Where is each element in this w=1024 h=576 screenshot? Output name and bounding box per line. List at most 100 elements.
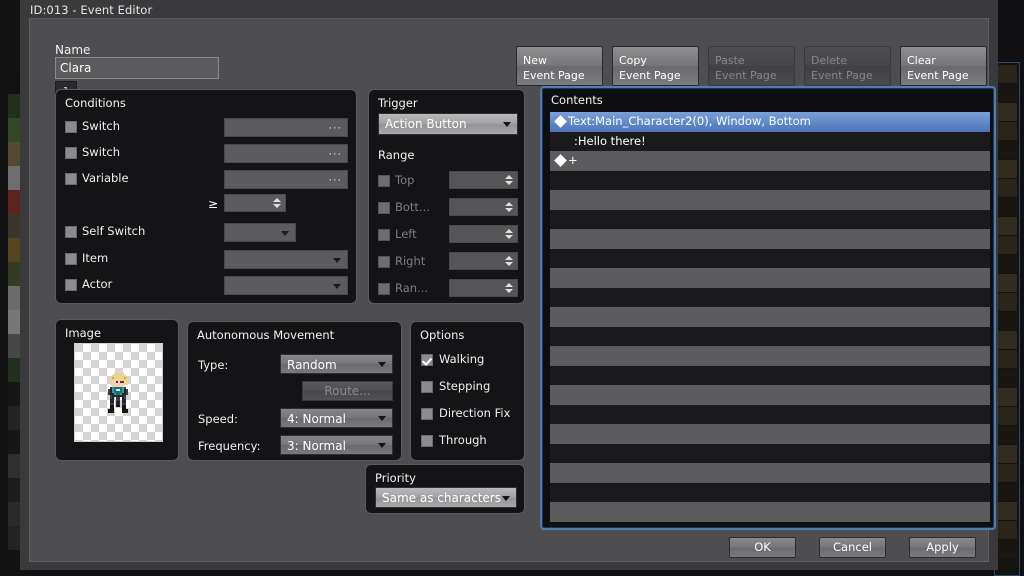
- condition-checkbox-item[interactable]: [65, 253, 77, 265]
- condition-field-5[interactable]: [224, 276, 348, 295]
- event-command-row-empty[interactable]: [550, 288, 990, 308]
- ellipsis-icon[interactable]: ···: [329, 121, 343, 134]
- map-strip: [997, 312, 1017, 330]
- event-command-row-empty[interactable]: [550, 385, 990, 405]
- option-checkbox-walking[interactable]: [421, 354, 433, 366]
- contents-panel: Contents Text:Main_Character2(0), Window…: [540, 86, 996, 530]
- event-command-row-empty[interactable]: [550, 249, 990, 269]
- event-command-row-empty[interactable]: [550, 463, 990, 483]
- spinner-arrows[interactable]: [505, 175, 513, 185]
- event-command-row-empty[interactable]: [550, 229, 990, 249]
- range-field-1[interactable]: [449, 198, 518, 216]
- trigger-value: Action Button: [385, 117, 467, 131]
- condition-checkbox-variable[interactable]: [65, 173, 77, 185]
- map-strip: [997, 179, 1017, 197]
- condition-checkbox-switch[interactable]: [65, 147, 77, 159]
- route-button[interactable]: Route...: [302, 381, 393, 401]
- event-command-row-empty[interactable]: [550, 190, 990, 210]
- event-command-row-empty[interactable]: [550, 483, 990, 503]
- diamond-icon: [554, 154, 567, 167]
- event-command-row-empty[interactable]: [550, 502, 990, 522]
- option-checkbox-direction-fix[interactable]: [421, 408, 433, 420]
- priority-select[interactable]: Same as characters: [375, 487, 517, 508]
- event-command-row[interactable]: Text:Main_Character2(0), Window, Bottom: [550, 112, 990, 132]
- event-editor-dialog: ID:013 - Event Editor Name 1 NewEvent Pa…: [20, 0, 998, 570]
- condition-field-0[interactable]: ···: [224, 118, 348, 137]
- event-command-text: Text:Main_Character2(0), Window, Bottom: [568, 114, 811, 128]
- page-button-line1: New: [523, 53, 602, 68]
- page-button-new[interactable]: NewEvent Page: [516, 46, 603, 86]
- spinner-arrows[interactable]: [505, 283, 513, 293]
- dialog-title: ID:013 - Event Editor: [30, 3, 152, 17]
- event-command-row-empty[interactable]: [550, 307, 990, 327]
- event-command-row[interactable]: :Hello there!: [550, 132, 990, 152]
- condition-checkbox-actor[interactable]: [65, 279, 77, 291]
- spinner-arrows[interactable]: [273, 198, 281, 208]
- event-command-row-empty[interactable]: [550, 444, 990, 464]
- movement-type-select[interactable]: Random: [280, 354, 393, 374]
- spinner-arrows[interactable]: [505, 256, 513, 266]
- image-group: Image: [55, 319, 179, 461]
- event-command-row-empty[interactable]: [550, 327, 990, 347]
- condition-field-2[interactable]: ···: [224, 170, 348, 189]
- variable-value-spinner[interactable]: [224, 194, 286, 212]
- option-checkbox-stepping[interactable]: [421, 381, 433, 393]
- condition-field-1[interactable]: ···: [224, 144, 348, 163]
- movement-frequency-select[interactable]: 3: Normal: [280, 435, 393, 455]
- ellipsis-icon[interactable]: ···: [329, 147, 343, 160]
- condition-field-4[interactable]: [224, 250, 348, 269]
- character-image-preview[interactable]: [74, 343, 163, 442]
- range-field-3[interactable]: [449, 252, 518, 270]
- event-command-row-empty[interactable]: [550, 346, 990, 366]
- spinner-arrows[interactable]: [505, 202, 513, 212]
- event-command-row-empty[interactable]: [550, 210, 990, 230]
- movement-speed-select[interactable]: 4: Normal: [280, 408, 393, 428]
- option-checkbox-through[interactable]: [421, 435, 433, 447]
- map-strip: [997, 293, 1017, 311]
- range-field-4[interactable]: [449, 279, 518, 297]
- range-field-2[interactable]: [449, 225, 518, 243]
- movement-speed-value: 4: Normal: [287, 412, 346, 426]
- priority-title: Priority: [375, 471, 416, 485]
- cancel-button[interactable]: Cancel: [819, 537, 886, 558]
- screen: ID:013 - Event Editor Name 1 NewEvent Pa…: [0, 0, 1024, 576]
- event-command-row[interactable]: +: [550, 151, 990, 171]
- event-command-list[interactable]: Text:Main_Character2(0), Window, Bottom:…: [550, 112, 990, 522]
- event-command-row-empty[interactable]: [550, 366, 990, 386]
- ellipsis-icon[interactable]: ···: [329, 173, 343, 186]
- map-strip: [997, 502, 1017, 520]
- conditions-group: Conditions Switch···Switch···Variable···…: [55, 89, 357, 304]
- ok-button[interactable]: OK: [729, 537, 796, 558]
- condition-checkbox-switch[interactable]: [65, 121, 77, 133]
- range-checkbox-0[interactable]: [378, 175, 390, 187]
- range-checkbox-4[interactable]: [378, 283, 390, 295]
- range-checkbox-1[interactable]: [378, 202, 390, 214]
- page-button-clear[interactable]: ClearEvent Page: [900, 46, 987, 86]
- event-command-row-empty[interactable]: [550, 268, 990, 288]
- range-checkbox-2[interactable]: [378, 229, 390, 241]
- movement-title: Autonomous Movement: [197, 328, 334, 342]
- condition-checkbox-self-switch[interactable]: [65, 226, 77, 238]
- condition-field-3[interactable]: [224, 223, 296, 242]
- range-checkbox-3[interactable]: [378, 256, 390, 268]
- range-title: Range: [378, 148, 414, 162]
- page-button-line2: Event Page: [523, 68, 602, 83]
- chevron-down-icon: [333, 284, 341, 289]
- event-command-row-empty[interactable]: [550, 171, 990, 191]
- spinner-arrows[interactable]: [505, 229, 513, 239]
- page-button-paste: PasteEvent Page: [708, 46, 795, 86]
- event-command-row-empty[interactable]: [550, 424, 990, 444]
- event-command-text: +: [568, 153, 578, 167]
- name-input[interactable]: [55, 57, 219, 79]
- map-strip: [997, 350, 1017, 368]
- range-field-0[interactable]: [449, 171, 518, 189]
- map-strip: [997, 331, 1017, 349]
- map-strip: [997, 217, 1017, 235]
- apply-button[interactable]: Apply: [909, 537, 976, 558]
- page-button-line2: Event Page: [907, 68, 986, 83]
- event-command-row-empty[interactable]: [550, 405, 990, 425]
- trigger-select[interactable]: Action Button: [378, 113, 518, 135]
- condition-operator: ≥: [208, 197, 218, 211]
- page-button-copy[interactable]: CopyEvent Page: [612, 46, 699, 86]
- condition-label-3: Self Switch: [82, 224, 145, 238]
